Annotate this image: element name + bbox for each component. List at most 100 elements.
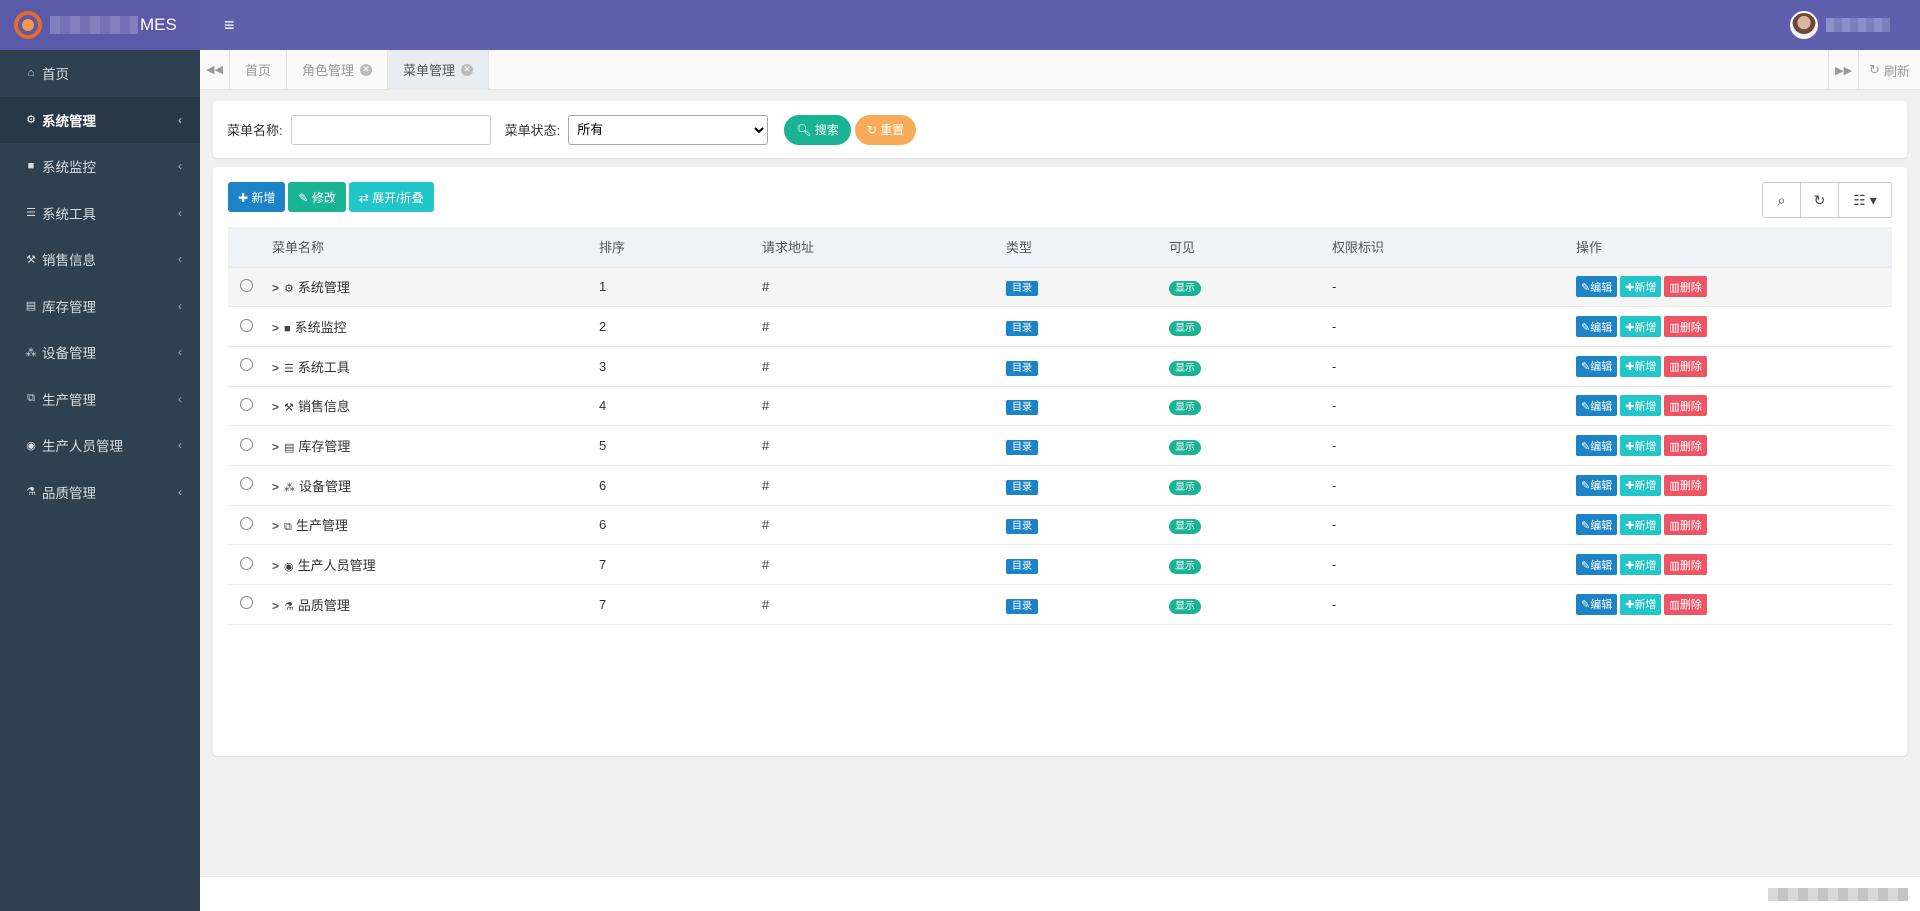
search-button[interactable]: 🔍︎ 搜索 — [784, 114, 851, 145]
expand-collapse-label: 展开/折叠 — [372, 190, 424, 205]
sidebar-item[interactable]: ▤ 库存管理 ‹ — [0, 283, 200, 330]
row-edit-button[interactable]: ✎编辑 — [1576, 316, 1618, 338]
refresh-tab-button[interactable]: ↻ 刷新 — [1858, 50, 1920, 90]
row-delete-button[interactable]: ▥删除 — [1664, 395, 1707, 417]
sidebar-item[interactable]: ⚒ 销售信息 ‹ — [0, 236, 200, 283]
menu-status-select[interactable]: 所有 — [568, 114, 769, 145]
row-delete-button[interactable]: ▥删除 — [1664, 435, 1707, 457]
table-row[interactable]: > ■ 系统监控 2 # 目录 显示 - ✎编辑 ✚新增 ▥删除 — [228, 306, 1892, 347]
sidebar-item[interactable]: ⚙ 系统管理 ‹ — [0, 96, 200, 143]
page-tab[interactable]: 首页 — [230, 49, 288, 90]
sidebar-item[interactable]: ☰ 系统工具 ‹ — [0, 190, 200, 237]
row-radio[interactable] — [240, 596, 253, 610]
column-header[interactable]: 操作 — [1576, 227, 1892, 268]
reset-button[interactable]: ↻ 重置 — [854, 114, 917, 145]
table-row[interactable]: > ⚗ 品质管理 7 # 目录 显示 - ✎编辑 ✚新增 ▥删除 — [228, 584, 1892, 625]
row-radio[interactable] — [240, 477, 253, 491]
row-radio[interactable] — [240, 516, 253, 530]
menu-name-input[interactable] — [290, 114, 491, 145]
row-delete-button[interactable]: ▥删除 — [1664, 593, 1707, 615]
sidebar-item[interactable]: ⁂ 设备管理 ‹ — [0, 329, 200, 376]
expand-collapse-button[interactable]: ⇄ 展开/折叠 — [348, 182, 434, 212]
column-header[interactable]: 菜单名称 — [272, 227, 599, 268]
page-tab[interactable]: 角色管理 ✕ — [287, 49, 389, 90]
table-row[interactable]: > ⧉ 生产管理 6 # 目录 显示 - ✎编辑 ✚新增 ▥删除 — [228, 505, 1892, 546]
refresh-table-icon[interactable]: ↻ — [1801, 183, 1839, 217]
row-delete-button[interactable]: ▥删除 — [1664, 474, 1707, 496]
sidebar-item[interactable]: ◉ 生产人员管理 ‹ — [0, 422, 200, 469]
row-delete-button[interactable]: ▥删除 — [1664, 514, 1707, 536]
table-row[interactable]: > ⚒ 销售信息 4 # 目录 显示 - ✎编辑 ✚新增 ▥删除 — [228, 386, 1892, 427]
row-delete-button[interactable]: ▥删除 — [1664, 355, 1707, 377]
table-row[interactable]: > ▤ 库存管理 5 # 目录 显示 - ✎编辑 ✚新增 ▥删除 — [228, 425, 1892, 466]
perm-cell: - — [1332, 425, 1576, 466]
row-delete-button[interactable]: ▥删除 — [1664, 316, 1707, 338]
tabs-scroll-left-icon[interactable]: ◀◀ — [200, 49, 230, 90]
row-delete-button[interactable]: ▥删除 — [1664, 276, 1707, 298]
column-header[interactable]: 排序 — [599, 227, 762, 268]
row-delete-label: 删除 — [1679, 361, 1702, 374]
column-header[interactable]: 可见 — [1169, 227, 1332, 268]
table-row[interactable]: > ⁂ 设备管理 6 # 目录 显示 - ✎编辑 ✚新增 ▥删除 — [228, 465, 1892, 506]
row-edit-button[interactable]: ✎编辑 — [1576, 435, 1618, 457]
row-radio[interactable] — [240, 397, 253, 411]
row-add-button[interactable]: ✚新增 — [1620, 355, 1662, 377]
row-edit-button[interactable]: ✎编辑 — [1576, 554, 1618, 576]
edit-menu-button[interactable]: ✎ 修改 — [288, 182, 346, 212]
row-edit-button[interactable]: ✎编辑 — [1576, 514, 1618, 536]
column-header[interactable]: 权限标识 — [1332, 227, 1576, 268]
column-header[interactable]: 请求地址 — [762, 227, 1006, 268]
row-edit-button[interactable]: ✎编辑 — [1576, 593, 1618, 615]
table-row[interactable]: > ⚙ 系统管理 1 # 目录 显示 - ✎编辑 ✚新增 ▥删除 — [228, 267, 1892, 308]
row-edit-button[interactable]: ✎编辑 — [1576, 276, 1618, 298]
columns-menu-icon[interactable]: ☷ ▾ — [1839, 183, 1891, 217]
expand-chevron-icon[interactable]: > — [272, 559, 279, 573]
row-radio[interactable] — [240, 278, 253, 292]
row-radio[interactable] — [240, 318, 253, 332]
expand-chevron-icon[interactable]: > — [272, 321, 279, 335]
row-add-button[interactable]: ✚新增 — [1620, 514, 1662, 536]
close-tab-icon[interactable]: ✕ — [360, 63, 373, 76]
expand-chevron-icon[interactable]: > — [272, 281, 279, 295]
row-add-button[interactable]: ✚新增 — [1620, 435, 1662, 457]
row-add-button[interactable]: ✚新增 — [1620, 474, 1662, 496]
user-menu[interactable] — [1790, 11, 1890, 39]
row-add-button[interactable]: ✚新增 — [1620, 593, 1662, 615]
sidebar-item[interactable]: ■ 系统监控 ‹ — [0, 143, 200, 190]
row-edit-button[interactable]: ✎编辑 — [1576, 395, 1618, 417]
expand-chevron-icon[interactable]: > — [272, 440, 279, 454]
row-add-button[interactable]: ✚新增 — [1620, 395, 1662, 417]
row-edit-button[interactable]: ✎编辑 — [1576, 474, 1618, 496]
hamburger-icon[interactable]: ≡ — [224, 15, 235, 36]
row-add-button[interactable]: ✚新增 — [1620, 276, 1662, 298]
page-tab[interactable]: 菜单管理 ✕ — [388, 49, 490, 90]
table-row[interactable]: > ☰ 系统工具 3 # 目录 显示 - ✎编辑 ✚新增 ▥删除 — [228, 346, 1892, 387]
expand-chevron-icon[interactable]: > — [272, 519, 279, 533]
row-add-button[interactable]: ✚新增 — [1620, 554, 1662, 576]
row-delete-button[interactable]: ▥删除 — [1664, 554, 1707, 576]
table-row[interactable]: > ◉ 生产人员管理 7 # 目录 显示 - ✎编辑 ✚新增 ▥删除 — [228, 544, 1892, 585]
row-radio[interactable] — [240, 358, 253, 372]
expand-chevron-icon[interactable]: > — [272, 361, 279, 375]
row-radio[interactable] — [240, 556, 253, 570]
avatar[interactable] — [1790, 11, 1818, 39]
menu-name: 系统工具 — [297, 359, 350, 375]
expand-chevron-icon[interactable]: > — [272, 480, 279, 494]
app-logo[interactable]: MES — [0, 0, 200, 50]
add-menu-button[interactable]: ✚ 新增 — [228, 182, 286, 212]
trash-icon: ▥ — [1669, 440, 1680, 453]
toggle-search-icon[interactable]: ⌕ — [1763, 183, 1801, 217]
expand-chevron-icon[interactable]: > — [272, 400, 279, 414]
row-edit-button[interactable]: ✎编辑 — [1576, 355, 1618, 377]
column-header[interactable]: 类型 — [1006, 227, 1169, 268]
row-add-button[interactable]: ✚新增 — [1620, 316, 1662, 338]
close-tab-icon[interactable]: ✕ — [461, 63, 474, 76]
sidebar-item[interactable]: ⧉ 生产管理 ‹ — [0, 376, 200, 423]
sidebar-item[interactable]: ⚗ 品质管理 ‹ — [0, 469, 200, 516]
sidebar-item[interactable]: ⌂ 首页 — [0, 50, 200, 97]
tabs-scroll-right-icon[interactable]: ▶▶ — [1828, 50, 1858, 90]
row-radio[interactable] — [240, 437, 253, 451]
expand-chevron-icon[interactable]: > — [272, 599, 279, 613]
url-cell: # — [762, 306, 1006, 347]
sidebar-item-label: 品质管理 — [42, 485, 96, 501]
